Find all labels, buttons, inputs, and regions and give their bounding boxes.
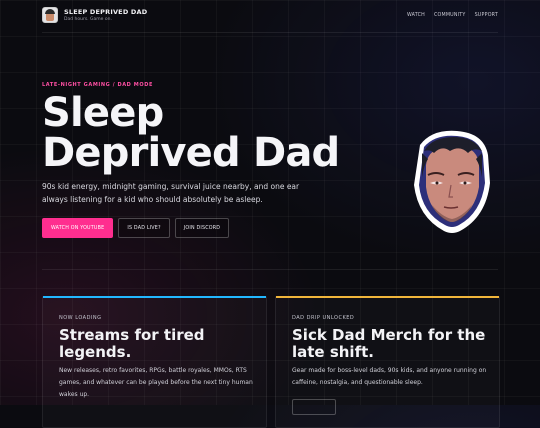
hero-title: Sleep Deprived Dad (42, 90, 340, 176)
main-nav: WATCH COMMUNITY SUPPORT (407, 13, 498, 18)
brand-logo-icon (42, 7, 58, 23)
card-accent-bar (276, 296, 499, 298)
join-discord-button[interactable]: JOIN DISCORD (174, 218, 230, 238)
card-text: Gear made for boss-level dads, 90s kids,… (292, 367, 487, 386)
watch-on-youtube-button[interactable]: WATCH ON YOUTUBE (42, 218, 114, 238)
card-text: New releases, retro favorites, RPGs, bat… (59, 367, 253, 398)
hero-description: 90s kid energy, midnight gaming, surviva… (42, 182, 300, 204)
top-bar: SLEEP DEPRIVED DAD Dad hours. Game on. W… (42, 0, 498, 33)
card-accent-bar (43, 296, 266, 298)
merch-card: DAD DRIP UNLOCKED Sick Dad Merch for the… (275, 296, 500, 428)
brand-name: SLEEP DEPRIVED DAD (64, 8, 148, 16)
nav-watch[interactable]: WATCH (407, 13, 425, 18)
dad-mascot-icon (414, 130, 490, 233)
card-title: Streams for tired legends. (59, 326, 205, 361)
nav-community[interactable]: COMMUNITY (434, 13, 466, 18)
brand[interactable]: SLEEP DEPRIVED DAD Dad hours. Game on. (42, 7, 147, 23)
brand-tagline: Dad hours. Game on. (64, 17, 112, 22)
nav-support[interactable]: SUPPORT (475, 13, 498, 18)
brand-text: SLEEP DEPRIVED DAD Dad hours. Game on. (64, 8, 147, 22)
card-label: DAD DRIP UNLOCKED (292, 315, 355, 321)
is-dad-live-button[interactable]: IS DAD LIVE? (118, 218, 170, 238)
merch-card-button[interactable] (292, 399, 336, 415)
streams-card: NOW LOADING Streams for tired legends. N… (42, 296, 267, 428)
card-label: NOW LOADING (59, 315, 102, 321)
page: SLEEP DEPRIVED DAD Dad hours. Game on. W… (42, 0, 500, 428)
section-divider (42, 269, 498, 270)
hero-actions: WATCH ON YOUTUBE IS DAD LIVE? JOIN DISCO… (42, 218, 230, 238)
card-title: Sick Dad Merch for the late shift. (292, 326, 486, 361)
hero-eyebrow: LATE-NIGHT GAMING / DAD MODE (42, 82, 153, 88)
